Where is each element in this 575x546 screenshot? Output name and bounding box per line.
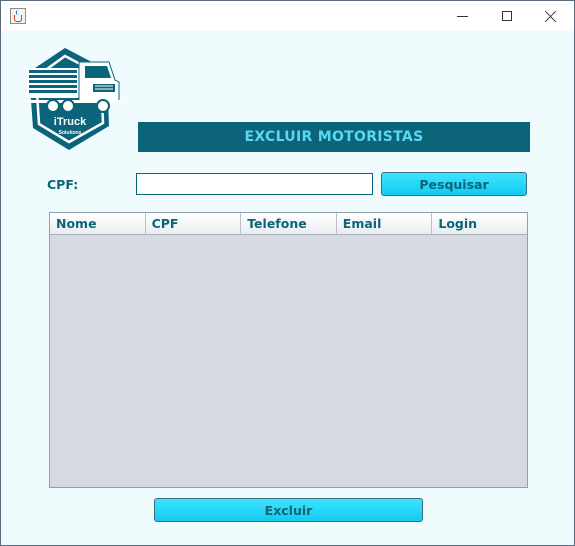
cpf-input[interactable]: [136, 173, 373, 195]
column-header-email[interactable]: Email: [337, 213, 433, 234]
app-window: iTruck Solutions EXCLUIR MOTORISTAS CPF:…: [0, 0, 575, 546]
column-header-nome[interactable]: Nome: [50, 213, 146, 234]
close-button[interactable]: [528, 1, 574, 31]
table-header: Nome CPF Telefone Email Login: [50, 213, 527, 235]
maximize-icon: [502, 11, 512, 21]
java-cup-icon: [10, 8, 26, 24]
maximize-button[interactable]: [485, 1, 531, 31]
table-body[interactable]: [50, 235, 527, 487]
svg-text:Solutions: Solutions: [59, 130, 82, 136]
svg-text:iTruck: iTruck: [54, 116, 87, 128]
close-icon: [545, 10, 557, 22]
column-header-telefone[interactable]: Telefone: [241, 213, 337, 234]
itruck-logo: iTruck Solutions: [25, 48, 121, 150]
minimize-icon: [457, 16, 468, 17]
title-bar[interactable]: [1, 1, 574, 31]
column-header-cpf[interactable]: CPF: [146, 213, 242, 234]
drivers-table[interactable]: Nome CPF Telefone Email Login: [49, 212, 528, 488]
cpf-label: CPF:: [47, 177, 79, 192]
column-header-login[interactable]: Login: [432, 213, 527, 234]
page-title: EXCLUIR MOTORISTAS: [138, 122, 530, 152]
minimize-button[interactable]: [439, 1, 485, 31]
search-button[interactable]: Pesquisar: [381, 172, 527, 196]
delete-button[interactable]: Excluir: [154, 498, 423, 522]
